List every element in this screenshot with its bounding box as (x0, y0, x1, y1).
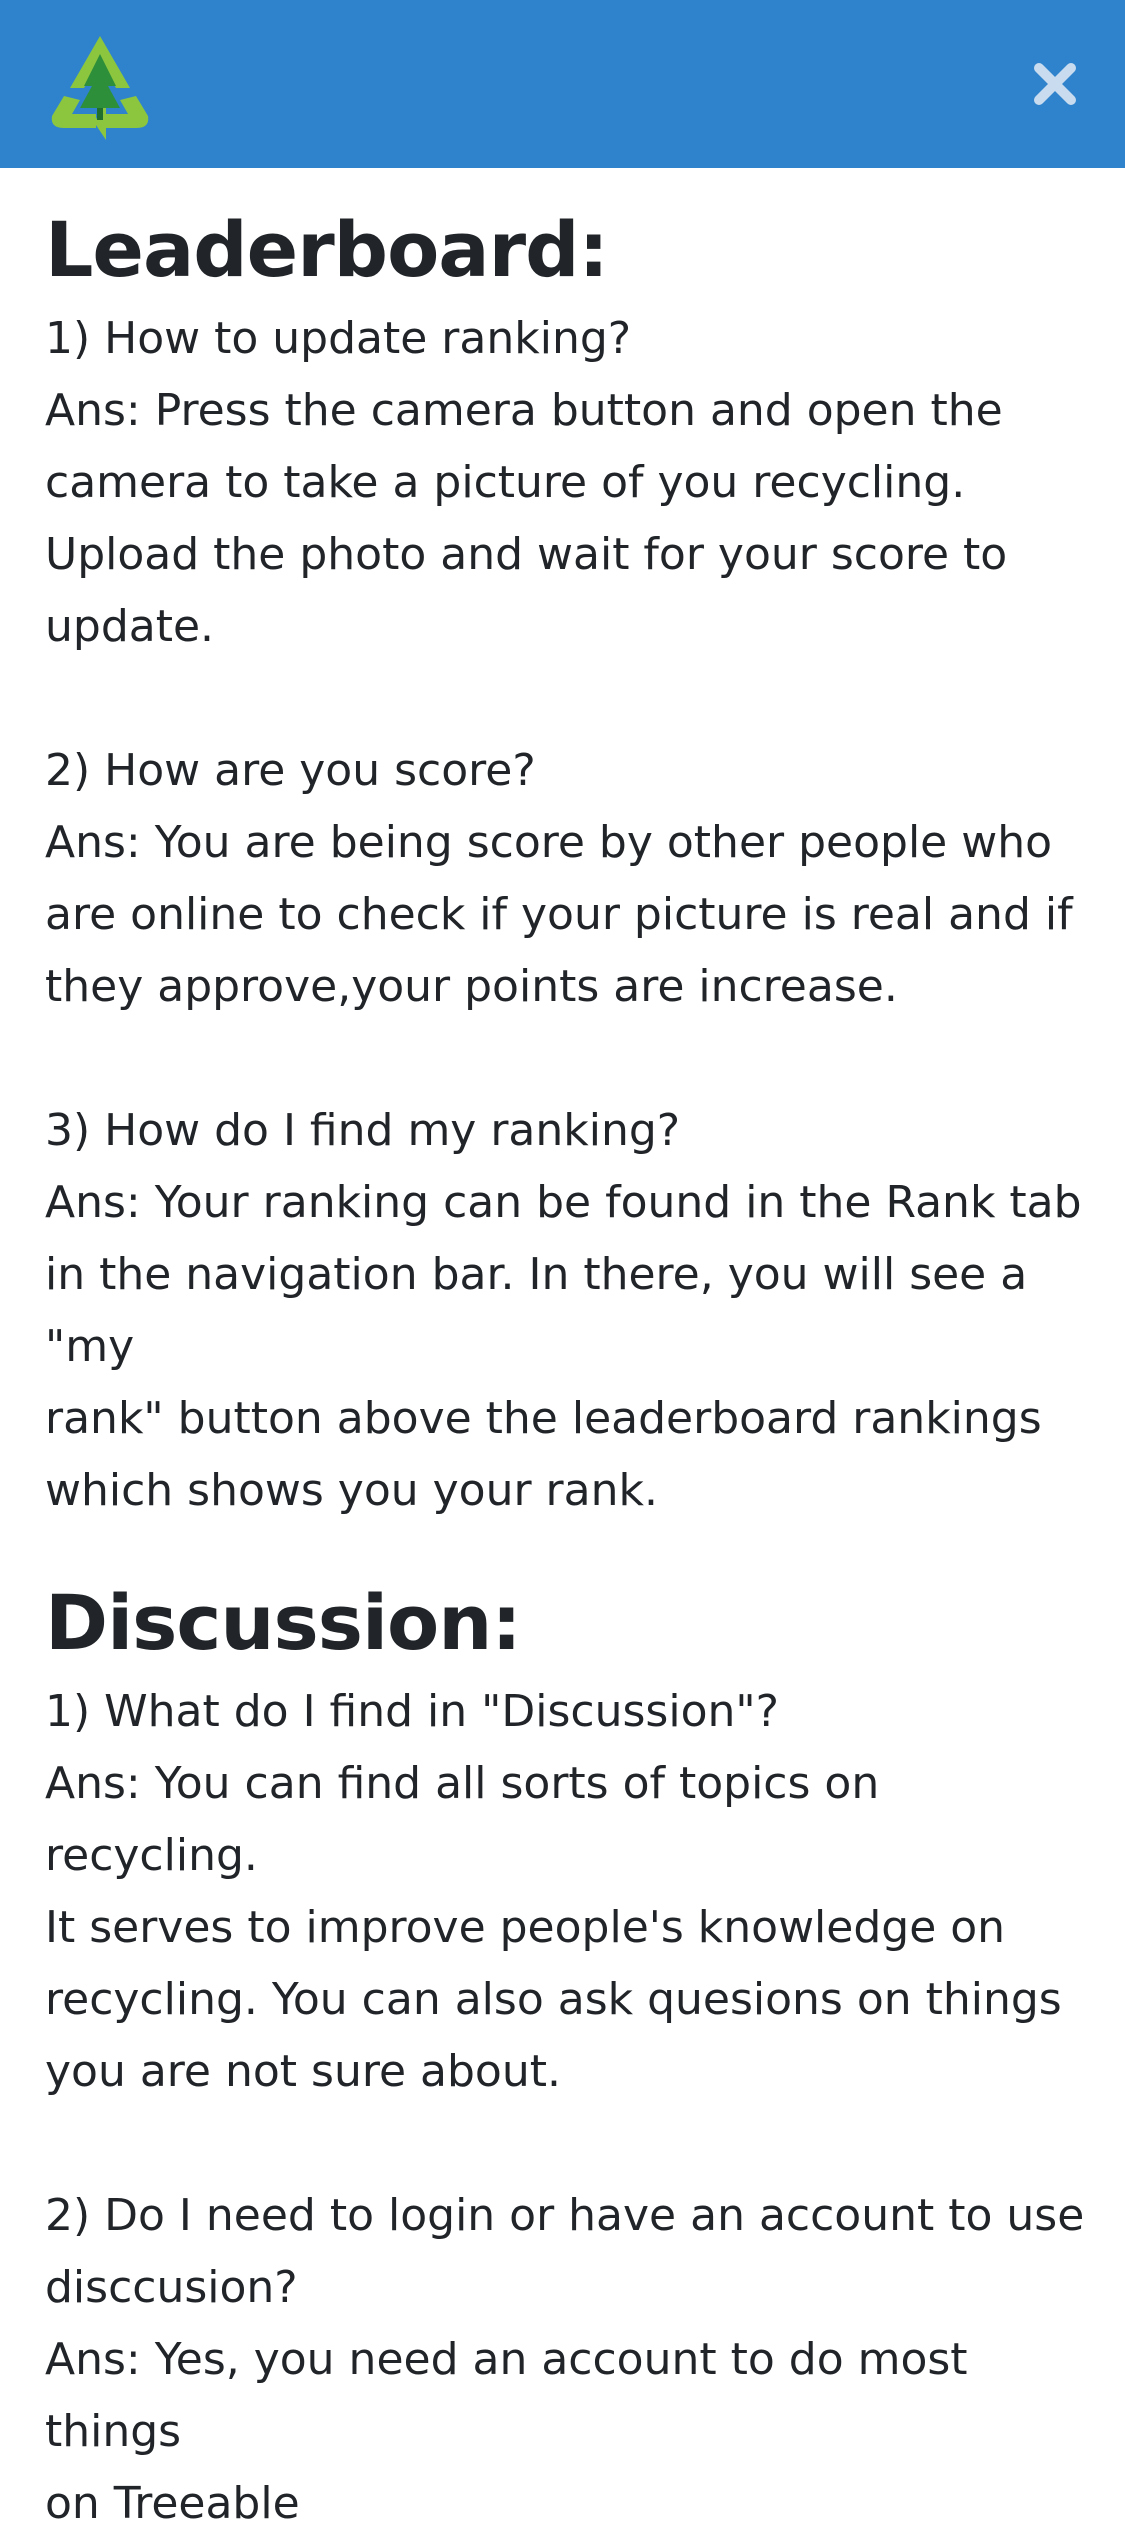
faq-answer-line: Ans: Yes, you need an account to do most… (45, 2334, 968, 2458)
faq-answer-line: Ans: Press the camera button and open th… (45, 385, 1003, 437)
faq-answer-line: rank" button above the leaderboard ranki… (45, 1393, 1042, 1445)
help-content: Leaderboard: 1) How to update ranking? A… (45, 168, 1085, 2540)
faq-question: 1) What do I find in "Discussion"? (45, 1686, 779, 1738)
faq-answer-line: Ans: Your ranking can be found in the Ra… (45, 1177, 1082, 1229)
leaderboard-heading: Leaderboard: (45, 205, 609, 294)
faq-answer-line: update. (45, 601, 215, 653)
faq-item: 2) How are you score? Ans: You are being… (45, 735, 1085, 1023)
faq-answer-line: are online to check if your picture is r… (45, 889, 1073, 941)
faq-answer-line: Ans: You are being score by other people… (45, 817, 1053, 869)
faq-question-line: 2) Do I need to login or have an account… (45, 2190, 1085, 2242)
faq-question-line: disccusion? (45, 2262, 298, 2314)
faq-item: 1) How to update ranking? Ans: Press the… (45, 303, 1085, 663)
faq-answer-line: you are not sure about. (45, 2046, 561, 2098)
faq-answer-line: they approve,your points are increase. (45, 961, 898, 1013)
faq-question: 2) How are you score? (45, 745, 536, 797)
faq-item: 1) What do I find in "Discussion"? Ans: … (45, 1676, 1085, 2108)
faq-answer-line: It serves to improve people's knowledge … (45, 1902, 1006, 1954)
top-navbar (0, 0, 1125, 168)
close-icon[interactable] (1029, 58, 1081, 110)
faq-answer-line: which shows you your rank. (45, 1465, 658, 1517)
faq-answer-line: camera to take a picture of you recyclin… (45, 457, 966, 509)
faq-answer-line: Ans: You can find all sorts of topics on… (45, 1758, 880, 1882)
faq-answer-line: on Treeable (45, 2478, 300, 2530)
faq-answer-line: recycling. You can also ask quesions on … (45, 1974, 1062, 2026)
recycle-tree-logo-icon[interactable] (44, 28, 156, 140)
faq-answer-line: Upload the photo and wait for your score… (45, 529, 1008, 581)
faq-item: 3) How do I find my ranking? Ans: Your r… (45, 1095, 1085, 1527)
discussion-heading: Discussion: (45, 1578, 522, 1668)
faq-question: 3) How do I find my ranking? (45, 1105, 681, 1157)
faq-answer-line: in the navigation bar. In there, you wil… (45, 1249, 1028, 1373)
faq-question: 1) How to update ranking? (45, 313, 632, 365)
faq-item: 2) Do I need to login or have an account… (45, 2180, 1085, 2540)
